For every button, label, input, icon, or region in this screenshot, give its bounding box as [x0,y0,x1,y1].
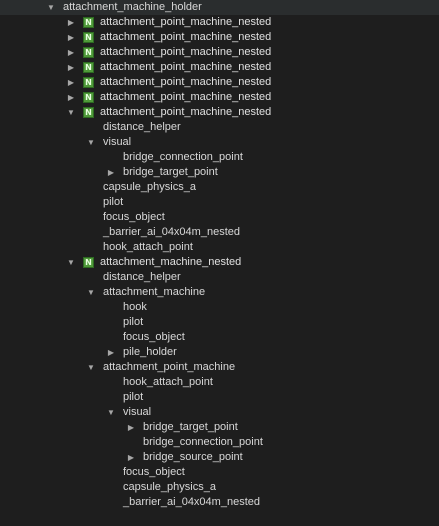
collapse-arrow-icon[interactable]: ▶ [66,45,76,60]
tree-node-label[interactable]: distance_helper [103,120,181,135]
tree-row[interactable]: focus_object [0,210,439,225]
tree-row[interactable]: pilot [0,315,439,330]
nested-object-icon: N [83,17,94,28]
tree-node-label[interactable]: bridge_target_point [143,420,238,435]
tree-row[interactable]: capsule_physics_a [0,480,439,495]
tree-node-label[interactable]: focus_object [123,330,185,345]
tree-node-label[interactable]: capsule_physics_a [103,180,196,195]
tree-node-label[interactable]: hook [123,300,147,315]
tree-node-label[interactable]: attachment_point_machine_nested [100,105,271,120]
tree-node-label[interactable]: hook_attach_point [123,375,213,390]
tree-node-label[interactable]: focus_object [123,465,185,480]
nested-object-icon: N [83,62,94,73]
tree-node-label[interactable]: attachment_machine_holder [63,0,202,15]
tree-row[interactable]: distance_helper [0,270,439,285]
tree-node-label[interactable]: distance_helper [103,270,181,285]
tree-node-label[interactable]: attachment_machine [103,285,205,300]
tree-node-label[interactable]: attachment_machine_nested [100,255,241,270]
tree-row[interactable]: hook [0,300,439,315]
nested-object-icon: N [83,47,94,58]
tree-row[interactable]: ▼ Nattachment_machine_nested [0,255,439,270]
nested-object-icon: N [83,92,94,103]
tree-row[interactable]: bridge_connection_point [0,435,439,450]
expand-arrow-icon[interactable]: ▼ [86,360,96,375]
tree-node-label[interactable]: _barrier_ai_04x04m_nested [123,495,260,510]
tree-row[interactable]: ▼ visual [0,405,439,420]
expand-arrow-icon[interactable]: ▼ [106,405,116,420]
tree-node-label[interactable]: pilot [123,315,143,330]
expand-arrow-icon[interactable]: ▼ [66,105,76,120]
tree-row[interactable]: _barrier_ai_04x04m_nested [0,495,439,510]
tree-row[interactable]: ▼ attachment_machine_holder [0,0,439,15]
collapse-arrow-icon[interactable]: ▶ [66,90,76,105]
tree-row[interactable]: ▶ Nattachment_point_machine_nested [0,15,439,30]
tree-node-label[interactable]: bridge_source_point [143,450,243,465]
tree-row[interactable]: ▼ Nattachment_point_machine_nested [0,105,439,120]
collapse-arrow-icon[interactable]: ▶ [126,450,136,465]
nested-object-icon: N [83,107,94,118]
tree-row[interactable]: distance_helper [0,120,439,135]
nested-object-icon: N [83,257,94,268]
tree-row[interactable]: capsule_physics_a [0,180,439,195]
tree-row[interactable]: focus_object [0,330,439,345]
tree-row[interactable]: ▶ Nattachment_point_machine_nested [0,60,439,75]
tree-row[interactable]: ▶ Nattachment_point_machine_nested [0,75,439,90]
tree-row[interactable]: ▶ bridge_source_point [0,450,439,465]
tree-node-label[interactable]: attachment_point_machine_nested [100,15,271,30]
tree-node-label[interactable]: capsule_physics_a [123,480,216,495]
expand-arrow-icon[interactable]: ▼ [46,0,56,15]
tree-node-label[interactable]: attachment_point_machine [103,360,235,375]
tree-row[interactable]: ▶ Nattachment_point_machine_nested [0,45,439,60]
nested-object-icon: N [83,77,94,88]
collapse-arrow-icon[interactable]: ▶ [126,420,136,435]
tree-node-label[interactable]: visual [123,405,151,420]
collapse-arrow-icon[interactable]: ▶ [66,30,76,45]
tree-row[interactable]: ▼ attachment_machine [0,285,439,300]
collapse-arrow-icon[interactable]: ▶ [106,345,116,360]
tree-node-label[interactable]: attachment_point_machine_nested [100,30,271,45]
expand-arrow-icon[interactable]: ▼ [66,255,76,270]
tree-node-label[interactable]: focus_object [103,210,165,225]
tree-node-label[interactable]: attachment_point_machine_nested [100,90,271,105]
tree-row[interactable]: ▼ visual [0,135,439,150]
tree-row[interactable]: ▶ pile_holder [0,345,439,360]
expand-arrow-icon[interactable]: ▼ [86,135,96,150]
tree-row[interactable]: ▶ bridge_target_point [0,165,439,180]
tree-row[interactable]: pilot [0,390,439,405]
tree-node-label[interactable]: pilot [103,195,123,210]
tree-node-label[interactable]: pilot [123,390,143,405]
tree-node-label[interactable]: bridge_target_point [123,165,218,180]
tree-node-label[interactable]: attachment_point_machine_nested [100,75,271,90]
scene-tree[interactable]: ▼ attachment_machine_holder ▶ Nattachment_p… [0,0,439,526]
expand-arrow-icon[interactable]: ▼ [86,285,96,300]
collapse-arrow-icon[interactable]: ▶ [106,165,116,180]
tree-node-label[interactable]: bridge_connection_point [143,435,263,450]
tree-node-label[interactable]: visual [103,135,131,150]
tree-node-label[interactable]: _barrier_ai_04x04m_nested [103,225,240,240]
collapse-arrow-icon[interactable]: ▶ [66,75,76,90]
tree-row[interactable]: ▶ Nattachment_point_machine_nested [0,30,439,45]
tree-node-label[interactable]: attachment_point_machine_nested [100,60,271,75]
tree-row[interactable]: _barrier_ai_04x04m_nested [0,225,439,240]
tree-row[interactable]: hook_attach_point [0,240,439,255]
tree-row[interactable]: pilot [0,195,439,210]
tree-row[interactable]: focus_object [0,465,439,480]
tree-row[interactable]: bridge_connection_point [0,150,439,165]
tree-row[interactable]: hook_attach_point [0,375,439,390]
collapse-arrow-icon[interactable]: ▶ [66,15,76,30]
nested-object-icon: N [83,32,94,43]
tree-row[interactable]: ▶ Nattachment_point_machine_nested [0,90,439,105]
tree-row[interactable]: ▼ attachment_point_machine [0,360,439,375]
tree-node-label[interactable]: attachment_point_machine_nested [100,45,271,60]
collapse-arrow-icon[interactable]: ▶ [66,60,76,75]
tree-node-label[interactable]: bridge_connection_point [123,150,243,165]
tree-row[interactable]: ▶ bridge_target_point [0,420,439,435]
tree-node-label[interactable]: pile_holder [123,345,177,360]
tree-node-label[interactable]: hook_attach_point [103,240,193,255]
